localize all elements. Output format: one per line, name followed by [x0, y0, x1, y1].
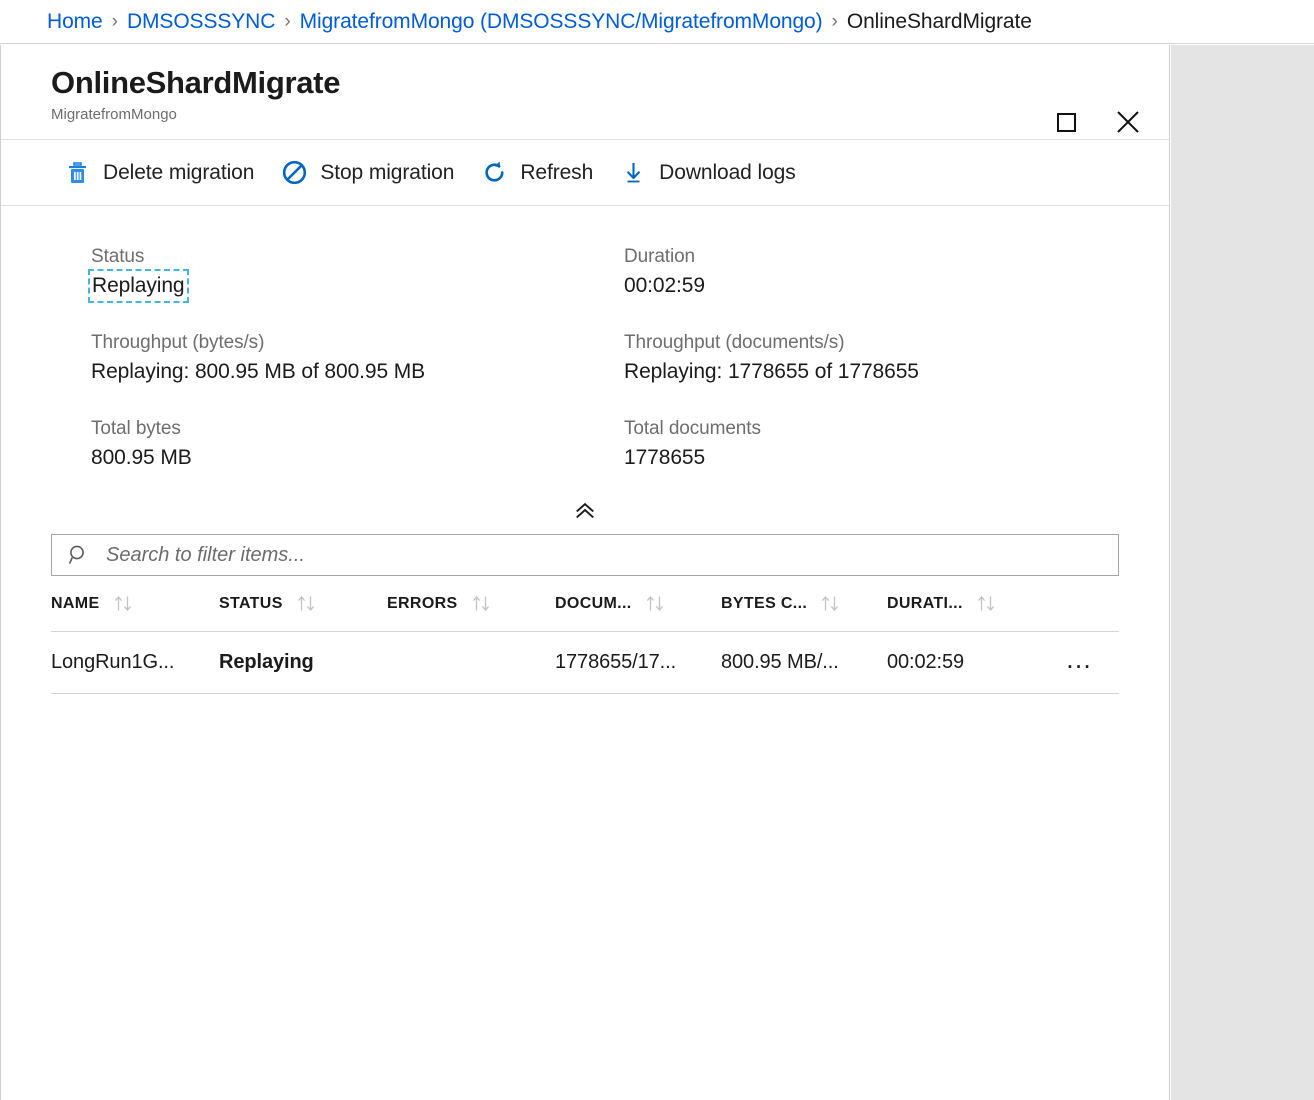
breadcrumb-separator-icon: ›	[284, 10, 291, 32]
stop-migration-label: Stop migration	[320, 160, 455, 184]
download-logs-label: Download logs	[659, 160, 796, 184]
cell-actions: …	[1053, 645, 1119, 678]
summary-value-throughput-bytes: Replaying: 800.95 MB of 800.95 MB	[91, 360, 426, 383]
cell-status: Replaying	[219, 651, 314, 673]
close-icon	[1117, 111, 1139, 133]
column-header-duration-label: DURATI...	[887, 594, 963, 612]
page-title: OnlineShardMigrate	[51, 65, 341, 100]
search-box[interactable]	[51, 534, 1119, 576]
table-header-row: NAME STATUS ERRORS DOCUM... BYTES C... D…	[51, 576, 1119, 632]
breadcrumb-item-migratefrommongo[interactable]: MigratefromMongo (DMSOSSSYNC/Migratefrom…	[300, 10, 823, 34]
stop-circle-icon	[282, 160, 307, 185]
window-controls	[1051, 107, 1143, 137]
column-header-errors-label: ERRORS	[387, 594, 458, 612]
search-icon	[68, 544, 90, 566]
blade-background-gutter	[1171, 45, 1314, 1100]
column-header-name-label: NAME	[51, 594, 100, 612]
migration-items-table: NAME STATUS ERRORS DOCUM... BYTES C... D…	[51, 576, 1119, 694]
sort-arrows-icon	[471, 595, 493, 612]
breadcrumb-separator-icon: ›	[831, 10, 838, 32]
summary-field-total-bytes: Total bytes 800.95 MB	[91, 416, 624, 472]
maximize-button[interactable]	[1051, 107, 1081, 137]
sort-arrows-icon	[113, 595, 135, 612]
summary-label-throughput-documents: Throughput (documents/s)	[624, 332, 845, 353]
column-header-status[interactable]: STATUS	[219, 576, 387, 631]
sort-arrows-icon	[296, 595, 318, 612]
summary-field-throughput-documents: Throughput (documents/s) Replaying: 1778…	[624, 330, 1129, 386]
delete-migration-label: Delete migration	[103, 160, 255, 184]
command-toolbar: Delete migration Stop migration Refresh …	[1, 140, 1169, 206]
double-chevron-up-icon	[576, 502, 594, 519]
summary-field-status: Status Replaying	[88, 244, 624, 303]
azure-portal-blade-page: Home › DMSOSSSYNC › MigratefromMongo (DM…	[0, 0, 1314, 1100]
summary-label-total-bytes: Total bytes	[91, 418, 181, 439]
refresh-button[interactable]: Refresh	[468, 151, 607, 195]
summary-field-duration: Duration 00:02:59	[624, 244, 1129, 300]
delete-migration-button[interactable]: Delete migration	[51, 151, 268, 195]
column-header-duration[interactable]: DURATI...	[887, 576, 1053, 631]
column-header-errors[interactable]: ERRORS	[387, 576, 555, 631]
summary-value-status[interactable]: Replaying	[88, 269, 189, 303]
download-icon	[621, 160, 646, 185]
summary-label-duration: Duration	[624, 246, 696, 267]
page-subtitle: MigratefromMongo	[51, 106, 177, 123]
breadcrumb-item-onlineshardmigrate: OnlineShardMigrate	[846, 9, 1032, 33]
column-header-bytes-copied[interactable]: BYTES C...	[721, 576, 887, 631]
collapse-summary-button[interactable]	[568, 497, 602, 525]
summary-value-total-bytes: 800.95 MB	[91, 446, 192, 469]
search-input[interactable]	[104, 536, 1118, 574]
cell-duration: 00:02:59	[887, 651, 965, 673]
blade-panel: OnlineShardMigrate MigratefromMongo Dele…	[0, 45, 1170, 1100]
summary-value-throughput-documents: Replaying: 1778655 of 1778655	[624, 360, 919, 383]
summary-grid: Status Replaying Duration 00:02:59 Throu…	[1, 244, 1169, 472]
sort-arrows-icon	[645, 595, 667, 612]
maximize-icon	[1056, 112, 1076, 132]
summary-label-total-documents: Total documents	[624, 418, 761, 439]
stop-migration-button[interactable]: Stop migration	[268, 151, 468, 195]
refresh-icon	[482, 160, 507, 185]
migration-summary: Status Replaying Duration 00:02:59 Throu…	[1, 206, 1169, 528]
breadcrumb: Home › DMSOSSSYNC › MigratefromMongo (DM…	[0, 0, 1314, 44]
summary-field-throughput-bytes: Throughput (bytes/s) Replaying: 800.95 M…	[91, 330, 624, 386]
blade-header: OnlineShardMigrate MigratefromMongo	[1, 45, 1169, 140]
breadcrumb-separator-icon: ›	[111, 10, 118, 32]
summary-label-status: Status	[91, 246, 145, 267]
breadcrumb-item-dmsosssync[interactable]: DMSOSSSYNC	[127, 10, 275, 34]
table-row[interactable]: LongRun1G... Replaying 1778655/17... 800…	[51, 632, 1119, 694]
column-header-documents[interactable]: DOCUM...	[555, 576, 721, 631]
summary-field-total-documents: Total documents 1778655	[624, 416, 1129, 472]
summary-value-duration: 00:02:59	[624, 274, 705, 297]
column-header-name[interactable]: NAME	[51, 576, 219, 631]
sort-arrows-icon	[820, 595, 842, 612]
row-context-menu-button[interactable]: …	[1059, 645, 1101, 678]
cell-bytes: 800.95 MB/...	[721, 651, 839, 673]
column-header-bytes-copied-label: BYTES C...	[721, 594, 808, 612]
column-header-documents-label: DOCUM...	[555, 594, 632, 612]
close-button[interactable]	[1113, 107, 1143, 137]
summary-label-throughput-bytes: Throughput (bytes/s)	[91, 332, 265, 353]
summary-value-total-documents: 1778655	[624, 446, 706, 469]
cell-documents: 1778655/17...	[555, 651, 677, 673]
refresh-label: Refresh	[520, 160, 594, 184]
summary-collapse-row	[1, 494, 1169, 528]
cell-name: LongRun1G...	[51, 651, 175, 673]
breadcrumb-item-home[interactable]: Home	[47, 10, 103, 34]
column-header-status-label: STATUS	[219, 594, 283, 612]
trash-icon	[65, 160, 90, 185]
sort-arrows-icon	[976, 595, 998, 612]
download-logs-button[interactable]: Download logs	[607, 151, 809, 195]
